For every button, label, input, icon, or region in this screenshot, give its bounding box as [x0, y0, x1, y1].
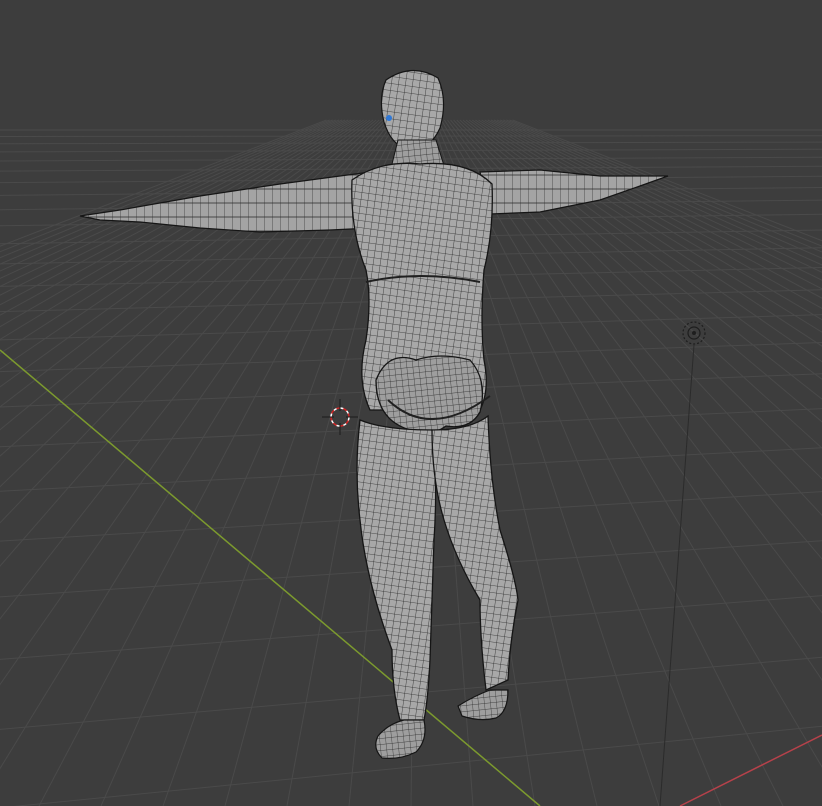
3d-viewport[interactable] — [0, 0, 822, 806]
grid-line — [462, 119, 822, 423]
grid-line — [506, 119, 822, 253]
x-axis-line — [679, 734, 822, 806]
grid-line — [453, 119, 822, 516]
3d-cursor-icon[interactable] — [322, 399, 358, 435]
viewport-canvas[interactable] — [0, 0, 822, 806]
grid-line — [456, 119, 822, 480]
grid-line — [465, 119, 822, 400]
grid-line — [503, 119, 822, 259]
character-mesh[interactable] — [79, 69, 669, 759]
